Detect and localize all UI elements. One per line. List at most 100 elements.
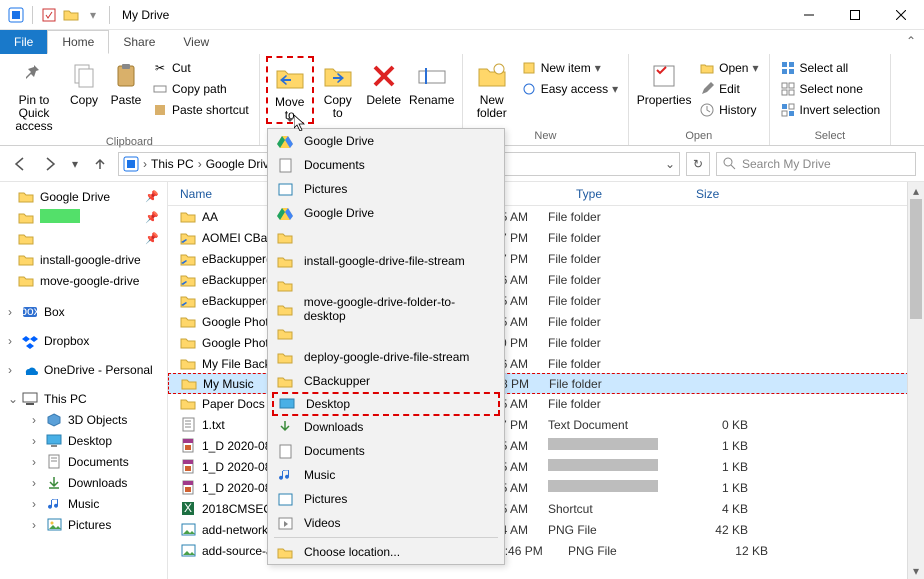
invert-selection-button[interactable]: Invert selection: [776, 100, 885, 120]
vertical-scrollbar[interactable]: ▴ ▾: [907, 182, 924, 579]
paste-shortcut-button[interactable]: Paste shortcut: [148, 100, 253, 120]
documents-icon: [46, 454, 62, 470]
menu-item[interactable]: install-google-drive-file-stream: [268, 249, 504, 273]
chevron-right-icon: ›: [32, 476, 40, 490]
maximize-button[interactable]: [832, 0, 878, 30]
crumb-google-drive[interactable]: Google Drive: [206, 157, 276, 171]
copy-path-icon: [152, 81, 168, 97]
menu-item-icon: [276, 180, 294, 198]
copy-button[interactable]: Copy: [64, 56, 104, 107]
delete-button[interactable]: Delete: [362, 56, 406, 107]
easy-access-button[interactable]: Easy access ▾: [517, 79, 622, 99]
properties-button[interactable]: Properties: [635, 56, 693, 107]
menu-item[interactable]: Documents: [268, 439, 504, 463]
menu-item[interactable]: [268, 225, 504, 249]
refresh-button[interactable]: ↻: [686, 152, 710, 176]
menu-item[interactable]: Desktop: [272, 392, 500, 416]
open-icon: [699, 60, 715, 76]
minimize-button[interactable]: [786, 0, 832, 30]
scroll-up-icon[interactable]: ▴: [908, 182, 924, 199]
qat-dropdown-icon[interactable]: ▾: [83, 5, 103, 25]
nav-pc-child[interactable]: ›Music: [0, 493, 167, 514]
copy-path-button[interactable]: Copy path: [148, 79, 253, 99]
menu-item[interactable]: Downloads: [268, 415, 504, 439]
scroll-down-icon[interactable]: ▾: [908, 562, 924, 579]
nav-quick-item[interactable]: 📌: [0, 207, 167, 228]
menu-item[interactable]: Videos: [268, 511, 504, 535]
menu-item-icon: [276, 276, 294, 294]
menu-item[interactable]: Pictures: [268, 177, 504, 201]
collapse-ribbon-icon[interactable]: ⌃: [906, 34, 916, 48]
nav-cloud-item[interactable]: ›Dropbox: [0, 330, 167, 351]
scrollbar-thumb[interactable]: [910, 199, 922, 319]
move-to-menu: Google DriveDocumentsPicturesGoogle Driv…: [267, 128, 505, 565]
close-button[interactable]: [878, 0, 924, 30]
new-folder-button[interactable]: New folder: [469, 56, 515, 120]
delete-icon: [368, 60, 400, 92]
nav-label: OneDrive - Personal: [44, 363, 153, 377]
tab-file[interactable]: File: [0, 30, 47, 54]
history-button[interactable]: History: [695, 100, 762, 120]
edit-button[interactable]: Edit: [695, 79, 762, 99]
menu-item[interactable]: [268, 321, 504, 345]
paste-shortcut-icon: [152, 102, 168, 118]
rename-button[interactable]: Rename: [408, 56, 456, 107]
nav-pc-child[interactable]: ›Desktop: [0, 430, 167, 451]
back-button[interactable]: [8, 152, 32, 176]
nav-quick-item[interactable]: Google Drive📌: [0, 186, 167, 207]
file-size: 0 KB: [668, 418, 748, 432]
png-icon: [180, 543, 196, 559]
menu-item[interactable]: Music: [268, 463, 504, 487]
forward-button[interactable]: [38, 152, 62, 176]
menu-item-icon: [276, 252, 294, 270]
menu-choose-location[interactable]: Choose location...: [268, 540, 504, 564]
menu-item[interactable]: Google Drive: [268, 129, 504, 153]
menu-item[interactable]: Pictures: [268, 487, 504, 511]
menu-item-label: Pictures: [304, 492, 347, 506]
excel-icon: X: [180, 501, 196, 517]
folder-link-icon: [180, 230, 196, 246]
nav-quick-item[interactable]: 📌: [0, 228, 167, 249]
menu-item-label: install-google-drive-file-stream: [304, 254, 465, 268]
copy-to-button[interactable]: Copy to: [316, 56, 360, 120]
file-type: File folder: [548, 397, 668, 411]
chevron-right-icon: ›: [8, 363, 16, 377]
pin-to-quick-access-button[interactable]: Pin to Quick access: [6, 56, 62, 134]
pin-indicator-icon: 📌: [145, 190, 159, 203]
up-button[interactable]: [88, 152, 112, 176]
nav-quick-item[interactable]: move-google-drive: [0, 270, 167, 291]
nav-cloud-item[interactable]: › OneDrive - Personal: [0, 359, 167, 380]
menu-item[interactable]: Google Drive: [268, 201, 504, 225]
nav-cloud-item[interactable]: ›boxBox: [0, 301, 167, 322]
tab-home[interactable]: Home: [47, 30, 109, 54]
cut-button[interactable]: ✂Cut: [148, 58, 253, 78]
open-button[interactable]: Open ▾: [695, 58, 762, 78]
crumb-this-pc[interactable]: This PC: [151, 157, 194, 171]
chevron-right-icon: ›: [32, 455, 40, 469]
menu-item[interactable]: [268, 273, 504, 297]
nav-pc-child[interactable]: ›Downloads: [0, 472, 167, 493]
select-none-button[interactable]: Select none: [776, 79, 885, 99]
tab-view[interactable]: View: [169, 30, 223, 54]
tab-share[interactable]: Share: [109, 30, 169, 54]
nav-label: Box: [44, 305, 65, 319]
menu-item[interactable]: CBackupper: [268, 369, 504, 393]
nav-label: Dropbox: [44, 334, 89, 348]
menu-item[interactable]: deploy-google-drive-file-stream: [268, 345, 504, 369]
nav-this-pc[interactable]: ⌄This PC: [0, 388, 167, 409]
col-type[interactable]: Type: [568, 187, 688, 201]
qat-properties-icon[interactable]: [39, 5, 59, 25]
qat-folder-icon[interactable]: [61, 5, 81, 25]
recent-locations-button[interactable]: ▾: [68, 152, 82, 176]
new-item-button[interactable]: New item ▾: [517, 58, 622, 78]
nav-pc-child[interactable]: ›Pictures: [0, 514, 167, 535]
col-size[interactable]: Size: [688, 187, 788, 201]
paste-button[interactable]: Paste: [106, 56, 146, 107]
nav-pc-child[interactable]: ›3D Objects: [0, 409, 167, 430]
menu-item[interactable]: move-google-drive-folder-to-desktop: [268, 297, 504, 321]
nav-pc-child[interactable]: ›Documents: [0, 451, 167, 472]
select-all-button[interactable]: Select all: [776, 58, 885, 78]
nav-quick-item[interactable]: install-google-drive: [0, 249, 167, 270]
search-box[interactable]: Search My Drive: [716, 152, 916, 176]
menu-item[interactable]: Documents: [268, 153, 504, 177]
